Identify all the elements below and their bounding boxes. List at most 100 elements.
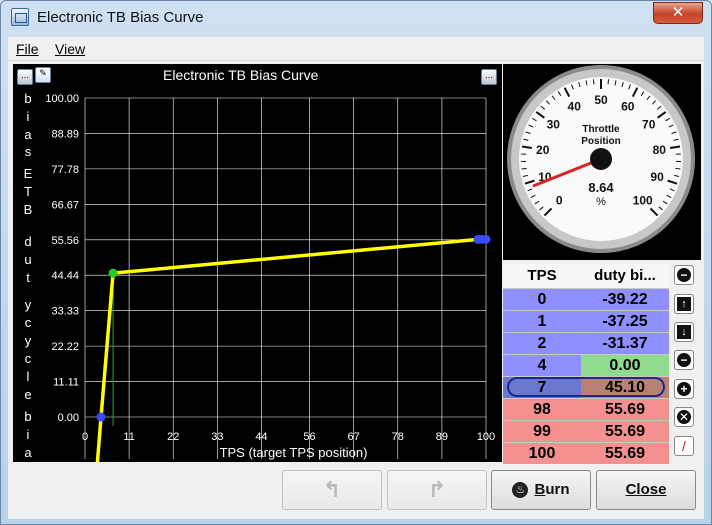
gauge-title-line1: Throttle xyxy=(582,124,620,135)
burn-label: urn xyxy=(545,481,570,498)
y-tick-label: 44.44 xyxy=(51,270,79,282)
window-title: Electronic TB Bias Curve xyxy=(37,9,204,26)
minus-circle-icon: − xyxy=(677,268,691,282)
gauge-title-line2: Position xyxy=(581,136,620,147)
cell-duty[interactable]: 55.69 xyxy=(581,398,669,420)
cell-tps[interactable]: 98 xyxy=(503,398,581,420)
cell-tps[interactable]: 7 xyxy=(503,376,581,398)
y-tick-label: 66.67 xyxy=(51,199,79,211)
burn-label-mnemonic: B xyxy=(534,481,546,498)
y-tick-label: 77.78 xyxy=(51,164,79,176)
content-area: ... ✎ Electronic TB Bias Curve ... biasE… xyxy=(8,61,704,519)
x-tick-label: 33 xyxy=(211,431,223,443)
y-tick-label: 88.89 xyxy=(51,128,79,140)
app-window: Electronic TB Bias Curve ✕ File View ...… xyxy=(0,0,712,525)
collapse-button[interactable]: − xyxy=(674,265,694,285)
cell-duty[interactable]: 55.69 xyxy=(581,420,669,442)
undo-button[interactable]: ↰ xyxy=(282,470,382,510)
arrow-up-icon: ↑ xyxy=(677,297,691,311)
gauge-tick-label: 80 xyxy=(653,143,667,157)
gauge-hub xyxy=(590,148,612,170)
cell-tps[interactable]: 2 xyxy=(503,332,581,354)
x-tick-label: 44 xyxy=(255,431,267,443)
throttle-gauge: 0 10 20 30 40 50 60 70 80 90 100 Throttle Position 8.… xyxy=(503,64,701,260)
app-icon xyxy=(11,8,29,26)
gauge-tick-label: 0 xyxy=(556,194,563,208)
gauge-unit: % xyxy=(596,196,606,208)
x-tick-label: 11 xyxy=(123,431,134,443)
edit-button[interactable]: / xyxy=(674,436,694,456)
cell-duty[interactable]: -31.37 xyxy=(581,332,669,354)
arrow-down-icon: ↓ xyxy=(677,325,691,339)
x-tick-label: 67 xyxy=(348,431,360,443)
cell-tps[interactable]: 100 xyxy=(503,442,581,464)
cell-duty[interactable]: -39.22 xyxy=(581,288,669,310)
plot-area xyxy=(85,98,486,459)
flame-icon: ♨ xyxy=(512,482,529,499)
redo-icon: ↱ xyxy=(427,477,447,502)
y-tick-label: 33.33 xyxy=(51,306,79,318)
move-down-button[interactable]: ↓ xyxy=(674,322,694,342)
gauge-tick-label: 40 xyxy=(568,99,582,113)
x-tick-label: 56 xyxy=(303,431,315,443)
y-tick-label: 11.11 xyxy=(53,377,79,389)
x-tick-label: 89 xyxy=(436,431,448,443)
window-close-button[interactable]: ✕ xyxy=(653,2,703,24)
remove-row-button[interactable]: − xyxy=(674,350,694,370)
menu-file[interactable]: File xyxy=(16,41,39,57)
curve-table: TPS duty bi... 0 -39.22 1 -37.25 2 -31.37 4 0.0… xyxy=(503,264,669,464)
chart-panel: ... ✎ Electronic TB Bias Curve ... biasE… xyxy=(13,64,502,462)
menu-file-label: File xyxy=(16,41,39,57)
menu-view[interactable]: View xyxy=(55,41,85,57)
gauge-tick-label: 30 xyxy=(547,117,561,131)
gauge-tick-label: 100 xyxy=(633,194,653,208)
cell-tps[interactable]: 1 xyxy=(503,310,581,332)
minus-circle-icon: − xyxy=(677,353,691,367)
gauge-tick xyxy=(521,167,527,170)
undo-icon: ↰ xyxy=(322,477,342,502)
menu-view-label: View xyxy=(55,41,86,57)
gauge-tick-label: 70 xyxy=(642,117,656,131)
cell-tps[interactable]: 4 xyxy=(503,354,581,376)
cell-duty[interactable]: 0.00 xyxy=(581,354,669,376)
close-label-mnemonic: C xyxy=(625,481,637,498)
x-tick-label: 78 xyxy=(392,431,404,443)
cell-duty[interactable]: 55.69 xyxy=(581,442,669,464)
menu-bar: File View xyxy=(8,37,704,61)
close-button[interactable]: Close xyxy=(596,470,696,510)
pencil-icon: / xyxy=(677,439,691,453)
cell-tps[interactable]: 0 xyxy=(503,288,581,310)
x-axis-label: TPS (target TPS position) xyxy=(220,445,368,460)
add-row-button[interactable]: + xyxy=(674,379,694,399)
close-label: lose xyxy=(636,481,667,498)
title-bar: Electronic TB Bias Curve ✕ xyxy=(1,1,711,35)
gauge-value: 8.64 xyxy=(588,180,614,195)
curve-point[interactable] xyxy=(108,268,118,278)
y-tick-label: 22.22 xyxy=(51,341,79,353)
burn-button[interactable]: ♨ Burn xyxy=(491,470,591,510)
plus-circle-icon: + xyxy=(677,382,691,396)
y-tick-label: 55.56 xyxy=(51,235,79,247)
table-header-duty: duty bi... xyxy=(581,264,669,288)
y-tick-label: 100.00 xyxy=(45,93,79,105)
gauge-tick xyxy=(675,167,681,170)
y-tick-label: 0.00 xyxy=(58,412,79,424)
gauge-tick-label: 50 xyxy=(594,93,608,107)
gauge-tick-label: 90 xyxy=(650,170,664,184)
x-tick-label: 22 xyxy=(167,431,179,443)
gauge-tick-label: 60 xyxy=(621,99,635,113)
cell-duty[interactable]: -37.25 xyxy=(581,310,669,332)
delete-button[interactable]: ✕ xyxy=(674,407,694,427)
gauge-dial: 010203040 50 60708090100ThrottlePosition8.… xyxy=(507,65,695,253)
gauge-tick-label: 20 xyxy=(536,143,550,157)
redo-button[interactable]: ↱ xyxy=(387,470,487,510)
x-circle-icon: ✕ xyxy=(677,410,691,424)
chart-plot[interactable]: 0 11 22 33 44 56 67 78 89 100 0.00 11.11 22.22 33.33 4… xyxy=(13,64,502,462)
button-bar: ↰ ↱ ♨ Burn Close xyxy=(8,469,704,519)
x-tick-label: 100 xyxy=(477,431,495,443)
cell-tps[interactable]: 99 xyxy=(503,420,581,442)
cell-duty[interactable]: 45.10 xyxy=(581,376,669,398)
curve-point[interactable] xyxy=(96,412,106,422)
curve-point[interactable] xyxy=(481,234,491,244)
move-up-button[interactable]: ↑ xyxy=(674,294,694,314)
